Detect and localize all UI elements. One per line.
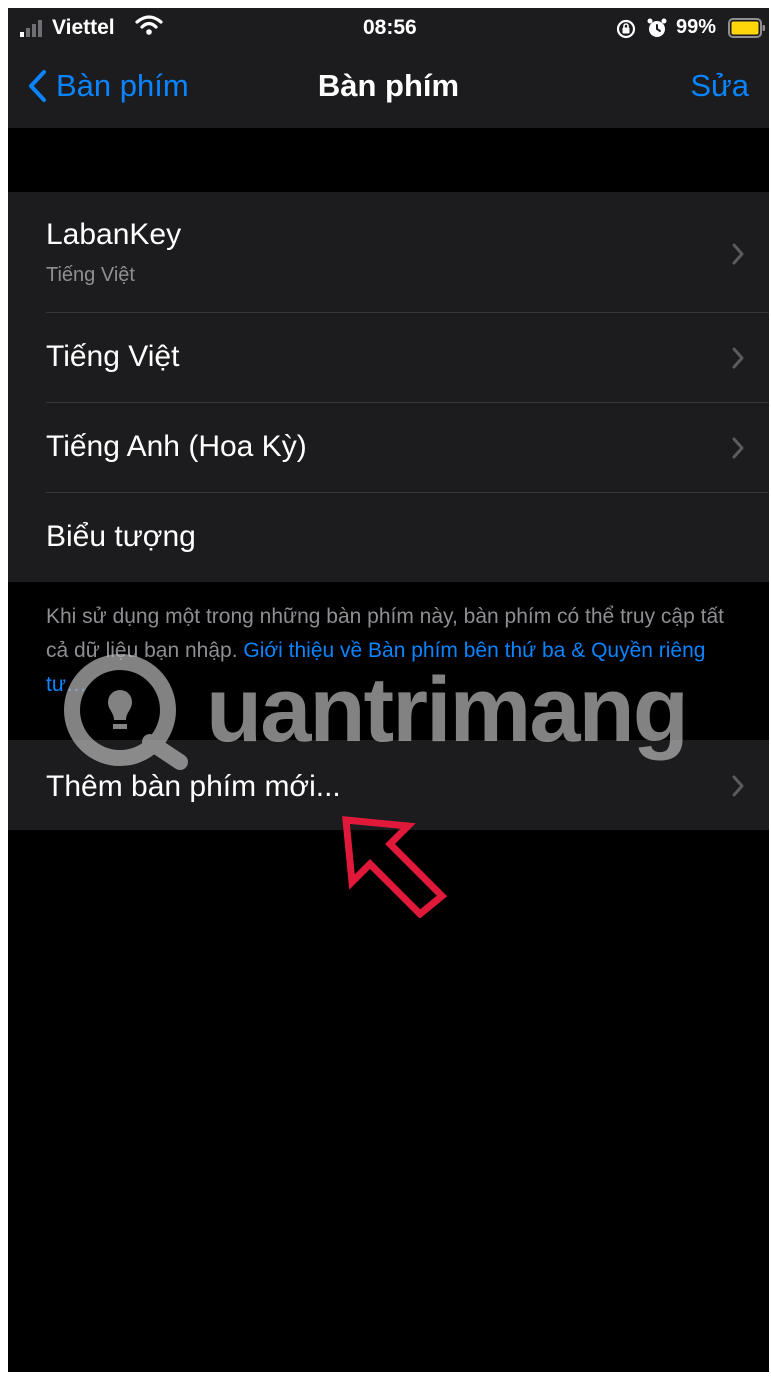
battery-icon — [728, 18, 765, 38]
add-new-keyboard-button[interactable]: Thêm bàn phím mới... — [8, 740, 769, 830]
phone-screen: Viettel 08:56 99% Bàn phím Bàn phím Sửa … — [8, 8, 769, 1372]
list-item-title: Tiếng Anh (Hoa Kỳ) — [46, 430, 307, 463]
list-item-title: Biểu tượng — [46, 520, 196, 553]
keyboard-list: LabanKey Tiếng Việt Tiếng Việt Tiếng Anh… — [8, 192, 769, 582]
list-item-labankey[interactable]: LabanKey Tiếng Việt — [8, 192, 769, 312]
list-item-subtitle: Tiếng Việt — [46, 264, 135, 286]
battery-percent: 99% — [676, 16, 717, 38]
status-time: 08:56 — [363, 16, 417, 39]
list-item-symbols: Biểu tượng — [8, 492, 769, 582]
chevron-right-icon — [732, 347, 744, 369]
back-button[interactable]: Bàn phím — [26, 66, 189, 106]
privacy-note: Khi sử dụng một trong những bàn phím này… — [46, 600, 746, 702]
status-bar: Viettel 08:56 99% — [8, 8, 769, 52]
carrier-name: Viettel — [52, 16, 115, 39]
add-keyboard-group: Thêm bàn phím mới... — [8, 740, 769, 830]
list-item-title: LabanKey — [46, 218, 182, 251]
signal-icon — [20, 20, 42, 37]
chevron-left-icon — [29, 70, 46, 102]
edit-button[interactable]: Sửa — [690, 68, 749, 104]
chevron-right-icon — [732, 243, 744, 265]
orientation-lock-icon — [616, 19, 636, 39]
add-new-keyboard-label: Thêm bàn phím mới... — [46, 770, 341, 803]
chevron-right-icon — [732, 437, 744, 459]
list-item-english-us[interactable]: Tiếng Anh (Hoa Kỳ) — [8, 402, 769, 492]
back-button-label: Bàn phím — [56, 68, 189, 103]
alarm-icon — [647, 18, 667, 37]
chevron-right-icon — [732, 775, 744, 797]
wifi-icon — [135, 15, 163, 35]
list-item-title: Tiếng Việt — [46, 340, 180, 373]
navigation-bar: Bàn phím Bàn phím Sửa — [8, 52, 769, 128]
list-item-vietnamese[interactable]: Tiếng Việt — [8, 312, 769, 402]
